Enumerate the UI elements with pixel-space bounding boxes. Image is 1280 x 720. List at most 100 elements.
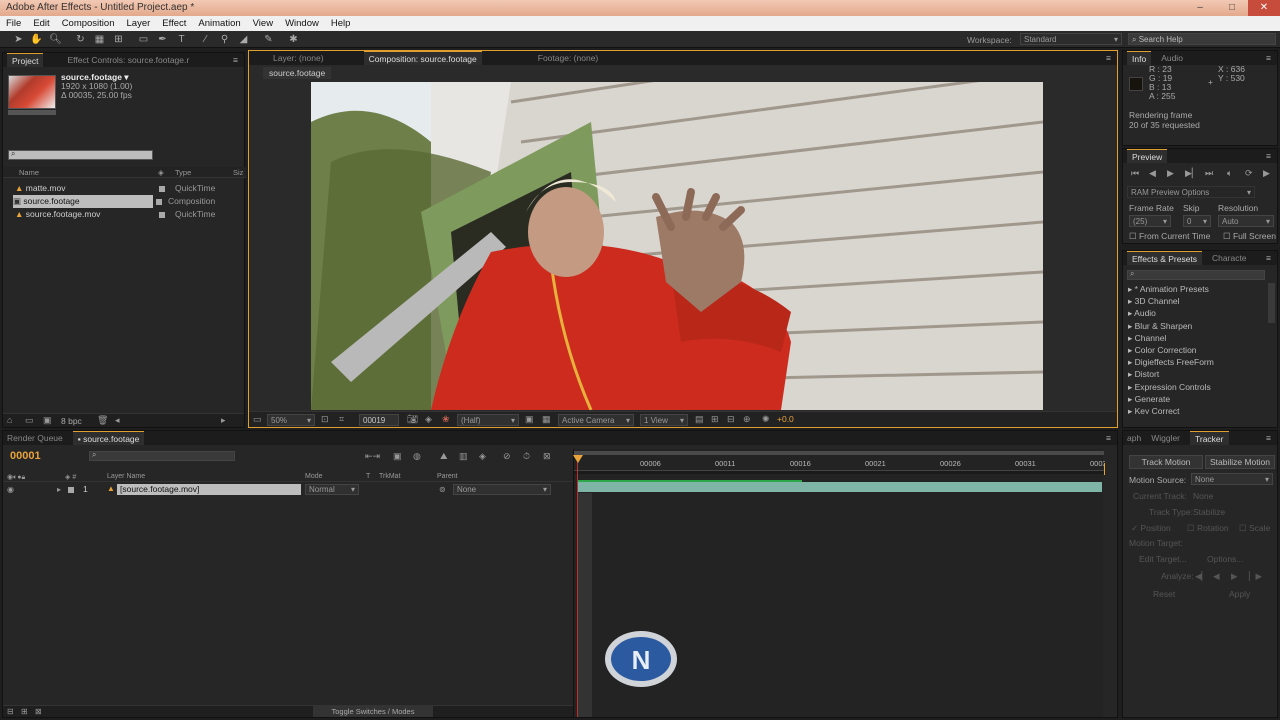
list-item[interactable]: ▸ 3D Channel (1128, 295, 1214, 307)
in-out-icon[interactable]: ⊠ (35, 706, 42, 717)
playhead-handle[interactable] (573, 455, 583, 463)
brush-tool-icon[interactable]: ⁄ (199, 33, 212, 46)
tab-info[interactable]: Info (1127, 51, 1152, 65)
time-ruler[interactable]: 00006 00011 00016 00021 00026 00031 0003 (574, 457, 1107, 471)
toggle-switches-modes-button[interactable]: Toggle Switches / Modes (313, 706, 433, 717)
new-folder-icon[interactable]: ▭ (25, 415, 34, 426)
maximize-button[interactable]: □ (1216, 0, 1248, 16)
parent-select[interactable]: None ▾ (453, 484, 551, 495)
comp-mini-flowchart-icon[interactable]: ⇤⇥ (365, 451, 380, 462)
previous-frame-icon[interactable]: ◀ (1149, 168, 1156, 179)
panel-menu-icon[interactable]: ≡ (1106, 433, 1111, 443)
rectangle-tool-icon[interactable]: ▭ (137, 33, 150, 46)
column-size[interactable]: Siz (233, 166, 243, 179)
exposure-icon[interactable]: ✺ (762, 414, 770, 425)
mute-audio-icon[interactable]: 🔈︎ (1227, 168, 1232, 179)
motion-blur-icon[interactable]: ◈ (479, 451, 486, 462)
list-item[interactable]: ▸ Blur & Sharpen (1128, 320, 1214, 332)
always-preview-icon[interactable]: ▭ (253, 414, 262, 425)
menu-help[interactable]: Help (325, 16, 357, 31)
workspace-select[interactable]: Standard ▾ (1020, 33, 1122, 45)
tab-character[interactable]: Characte (1212, 253, 1247, 263)
ram-preview-options-select[interactable]: RAM Preview Options ▾ (1127, 186, 1255, 198)
fast-previews-icon[interactable]: ▣ (525, 414, 534, 425)
channel-icon[interactable]: ❀ (442, 414, 450, 425)
rotation-checkbox[interactable]: ☐ Rotation (1187, 523, 1229, 534)
table-row[interactable]: ◉ ▸ 1 ▲ [source.footage.mov] Normal ▾ ⊚ N… (3, 484, 573, 496)
tab-graph[interactable]: aph (1127, 433, 1141, 443)
zoom-tool-icon[interactable]: 🔍︎ (49, 33, 62, 46)
position-checkbox[interactable]: ✓ Position (1131, 523, 1171, 534)
camera-tool-icon[interactable]: ▦ (93, 33, 106, 46)
auto-keyframe-icon[interactable]: ⊠ (543, 451, 551, 462)
frame-rate-select[interactable]: (25) ▾ (1129, 215, 1171, 227)
scale-checkbox[interactable]: ☐ Scale (1239, 523, 1270, 534)
menu-edit[interactable]: Edit (27, 16, 55, 31)
new-composition-icon[interactable]: ▣ (43, 415, 52, 426)
eraser-tool-icon[interactable]: ◢ (237, 33, 250, 46)
analyze-back-frame-icon[interactable]: ◀ (1213, 571, 1220, 582)
roto-brush-tool-icon[interactable]: ✎ (262, 33, 275, 46)
help-search-input[interactable]: ⌕ Search Help (1128, 33, 1276, 45)
column-parent[interactable]: Parent (437, 470, 458, 483)
column-trkmat[interactable]: TrkMat (379, 470, 401, 483)
interpret-footage-icon[interactable]: ⌂ (7, 415, 12, 426)
effects-search-input[interactable]: ⌕ (1127, 269, 1265, 280)
panel-menu-icon[interactable]: ≡ (1266, 151, 1271, 161)
playhead-line[interactable] (577, 455, 578, 717)
last-frame-icon[interactable]: ⏭ (1205, 168, 1213, 179)
resolution-preview-select[interactable]: Auto ▾ (1218, 215, 1274, 227)
tab-footage[interactable]: Footage: (none) (538, 53, 598, 63)
timeline-search-input[interactable]: ⌕ (89, 450, 235, 461)
panel-menu-icon[interactable]: ≡ (1266, 433, 1271, 443)
layer-name[interactable]: [source.footage.mov] (117, 484, 301, 495)
resolution-select[interactable]: (Half) ▾ (457, 414, 519, 426)
list-item[interactable]: ▸ * Animation Presets (1128, 283, 1214, 295)
list-item[interactable]: ▸ Expression Controls (1128, 381, 1214, 393)
column-type[interactable]: Type (175, 166, 191, 179)
tab-effects-presets[interactable]: Effects & Presets (1127, 251, 1203, 265)
panel-menu-icon[interactable]: ≡ (233, 55, 238, 65)
menu-composition[interactable]: Composition (56, 16, 121, 31)
composition-frame[interactable] (311, 82, 1043, 410)
frame-blending-icon[interactable]: ▥ (459, 451, 468, 462)
list-item-selected[interactable]: ▣ source.footage (13, 195, 153, 208)
transfer-controls-icon[interactable]: ⊞ (21, 706, 28, 717)
tab-tracker[interactable]: Tracker (1190, 431, 1229, 445)
track-motion-button[interactable]: Track Motion (1129, 455, 1203, 469)
play-icon[interactable]: ▶ (1167, 168, 1174, 179)
full-screen-checkbox[interactable]: ☐ Full Screen (1223, 231, 1276, 242)
column-mode[interactable]: Mode (305, 470, 323, 483)
apply-button[interactable]: Apply (1229, 589, 1250, 599)
clone-stamp-tool-icon[interactable]: ⚲ (218, 33, 231, 46)
pan-behind-tool-icon[interactable]: ⊞ (112, 33, 125, 46)
label-column-icon[interactable]: ◈ (158, 166, 164, 179)
shy-layers-icon[interactable]: ⛰ (440, 451, 448, 462)
puppet-tool-icon[interactable]: ✱ (287, 33, 300, 46)
list-item[interactable]: ▸ Generate (1128, 393, 1214, 405)
comp-flowchart-icon[interactable]: ⊟ (727, 414, 735, 425)
skip-select[interactable]: 0 ▾ (1183, 215, 1211, 227)
menu-animation[interactable]: Animation (192, 16, 246, 31)
list-item[interactable]: ▸ Digieffects FreeForm (1128, 356, 1214, 368)
menu-window[interactable]: Window (279, 16, 325, 31)
motion-source-select[interactable]: None ▾ (1191, 473, 1273, 485)
timeline-scrollbar[interactable] (1105, 449, 1117, 717)
reset-button[interactable]: Reset (1153, 589, 1175, 599)
tab-effect-controls[interactable]: Effect Controls: source.footage.r (67, 55, 189, 65)
tab-render-queue[interactable]: Render Queue (7, 433, 63, 443)
list-item[interactable]: ▸ Audio (1128, 307, 1214, 319)
show-snapshot-icon[interactable]: ◈ (425, 414, 432, 425)
current-frame-field[interactable]: 00019 (359, 414, 399, 426)
type-tool-icon[interactable]: T (175, 33, 188, 46)
list-item[interactable]: ▲ matte.mov QuickTime (15, 182, 245, 195)
minimize-button[interactable]: – (1184, 0, 1216, 16)
render-timeline-icon[interactable]: ⊞ (711, 414, 719, 425)
layer-switches-icon[interactable]: ⊟ (7, 706, 14, 717)
tab-preview[interactable]: Preview (1127, 149, 1168, 163)
track-type-value[interactable]: Stabilize (1193, 507, 1225, 517)
flowchart-icon[interactable]: ⊕ (743, 414, 751, 425)
pick-whip-icon[interactable]: ⊚ (439, 484, 446, 495)
from-current-time-checkbox[interactable]: ☐ From Current Time (1129, 231, 1210, 242)
close-button[interactable]: ✕ (1248, 0, 1280, 16)
